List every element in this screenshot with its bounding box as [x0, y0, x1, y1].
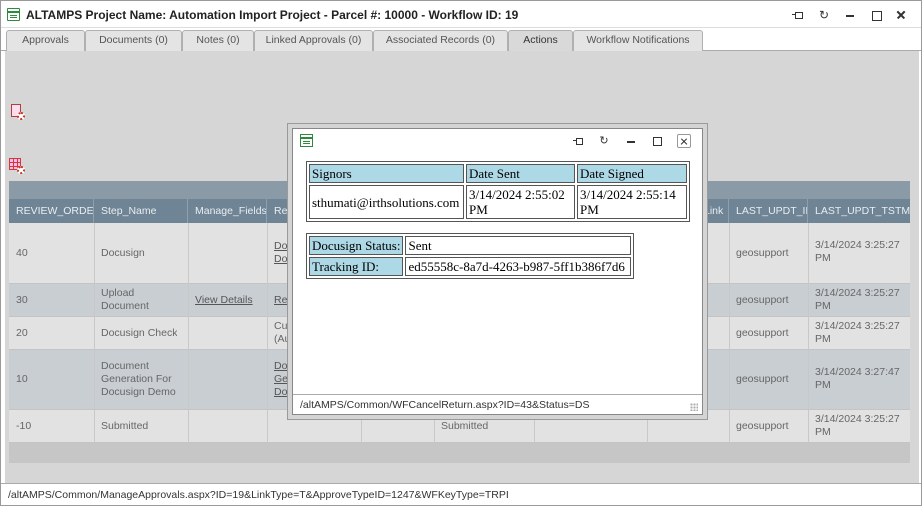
- cell-last-updt-tstmp: 3/14/2024 3:25:27 PM: [815, 320, 900, 345]
- tracking-id-label: Tracking ID:: [309, 257, 404, 276]
- cell-last-updt-tstmp: 3/14/2024 3:25:27 PM: [815, 287, 900, 312]
- close-icon[interactable]: [893, 7, 909, 23]
- minimize-icon[interactable]: [624, 134, 638, 148]
- cell-review-order: 10: [16, 373, 28, 385]
- cell-step-name: Upload Document: [101, 287, 149, 312]
- cell-last-updt-id: geosupport: [736, 373, 789, 385]
- cell-last-updt-tstmp: 3/14/2024 3:25:27 PM: [815, 413, 900, 438]
- pin-icon[interactable]: [790, 7, 806, 23]
- grid-settings-icon[interactable]: [9, 158, 26, 175]
- cell-review-order: 40: [16, 247, 28, 259]
- cell-review-order: -10: [16, 420, 32, 432]
- date-sent-value: 3/14/2024 2:55:02 PM: [466, 185, 575, 219]
- tab-documents[interactable]: Documents (0): [85, 30, 182, 51]
- docusign-status-dialog: ↻ Signors Date Sent Date Signed sthumati…: [292, 128, 703, 415]
- window-title: ALTAMPS Project Name: Automation Import …: [26, 8, 519, 22]
- maximize-icon[interactable]: [650, 134, 664, 148]
- cell-status: Submitted: [441, 420, 489, 432]
- app-icon: [7, 8, 20, 21]
- cell-last-updt-id: geosupport: [736, 247, 789, 259]
- cell-step-name: Document Generation For Docusign Demo: [101, 360, 176, 398]
- cell-step-name: Submitted: [101, 420, 149, 432]
- dialog-status-url: /altAMPS/Common/WFCancelReturn.aspx?ID=4…: [300, 399, 590, 411]
- dialog-app-icon: [300, 134, 313, 147]
- col-last-updt-tstmp[interactable]: LAST_UPDT_TSTMP: [808, 199, 910, 223]
- cell-last-updt-id: geosupport: [736, 327, 789, 339]
- tab-associated-records[interactable]: Associated Records (0): [373, 30, 508, 51]
- close-icon[interactable]: [677, 134, 691, 148]
- col-review-order[interactable]: REVIEW_ORDER: [9, 199, 94, 223]
- date-signed-value: 3/14/2024 2:55:14 PM: [577, 185, 687, 219]
- cell-last-updt-id: geosupport: [736, 294, 789, 306]
- status-url: /altAMPS/Common/ManageApprovals.aspx?ID=…: [8, 489, 509, 501]
- pin-icon[interactable]: [571, 134, 585, 148]
- maximize-icon[interactable]: [868, 7, 884, 23]
- cell-step-name: Docusign: [101, 247, 145, 259]
- dialog-title-bar: ↻: [293, 129, 702, 153]
- view-details-link[interactable]: View Details: [188, 294, 253, 307]
- cell-review-order: 30: [16, 294, 28, 306]
- tracking-id-value: ed55558c-8a7d-4263-b987-5ff1b386f7d6: [405, 257, 632, 276]
- tab-strip: Approvals Documents (0) Notes (0) Linked…: [1, 28, 921, 52]
- title-bar: ALTAMPS Project Name: Automation Import …: [1, 1, 921, 28]
- date-signed-header: Date Signed: [577, 164, 687, 183]
- col-last-updt-id[interactable]: LAST_UPDT_ID: [729, 199, 808, 223]
- signor-email: sthumati@irthsolutions.com: [309, 185, 464, 219]
- docusign-status-label: Docusign Status:: [309, 236, 404, 255]
- grid-footer: [9, 443, 910, 463]
- cell-step-name: Docusign Check: [101, 327, 178, 339]
- cell-last-updt-id: geosupport: [736, 420, 789, 432]
- tab-actions[interactable]: Actions: [508, 30, 573, 52]
- tab-linked-approvals[interactable]: Linked Approvals (0): [254, 30, 373, 51]
- cell-last-updt-tstmp: 3/14/2024 3:27:47 PM: [815, 366, 900, 391]
- tab-notes[interactable]: Notes (0): [182, 30, 254, 51]
- col-step-name[interactable]: Step_Name: [94, 199, 188, 223]
- resize-grip-icon[interactable]: [690, 403, 698, 411]
- refresh-icon[interactable]: ↻: [816, 7, 832, 23]
- minimize-icon[interactable]: [842, 7, 858, 23]
- cell-last-updt-tstmp: 3/14/2024 3:25:27 PM: [815, 239, 900, 264]
- docusign-info-table: Docusign Status: Sent Tracking ID: ed555…: [306, 233, 635, 279]
- col-manage-fields[interactable]: Manage_Fields: [188, 199, 267, 223]
- tab-approvals[interactable]: Approvals: [6, 30, 85, 51]
- signors-header: Signors: [309, 164, 464, 183]
- dialog-status-bar: /altAMPS/Common/WFCancelReturn.aspx?ID=4…: [293, 394, 702, 414]
- cell-review-order: 20: [16, 327, 28, 339]
- tab-workflow-notifications[interactable]: Workflow Notifications: [573, 30, 703, 51]
- refresh-icon[interactable]: ↻: [597, 134, 611, 148]
- signors-table: Signors Date Sent Date Signed sthumati@i…: [306, 161, 690, 222]
- status-bar: /altAMPS/Common/ManageApprovals.aspx?ID=…: [1, 483, 921, 505]
- document-settings-icon[interactable]: [10, 104, 26, 122]
- date-sent-header: Date Sent: [466, 164, 575, 183]
- docusign-status-value: Sent: [405, 236, 632, 255]
